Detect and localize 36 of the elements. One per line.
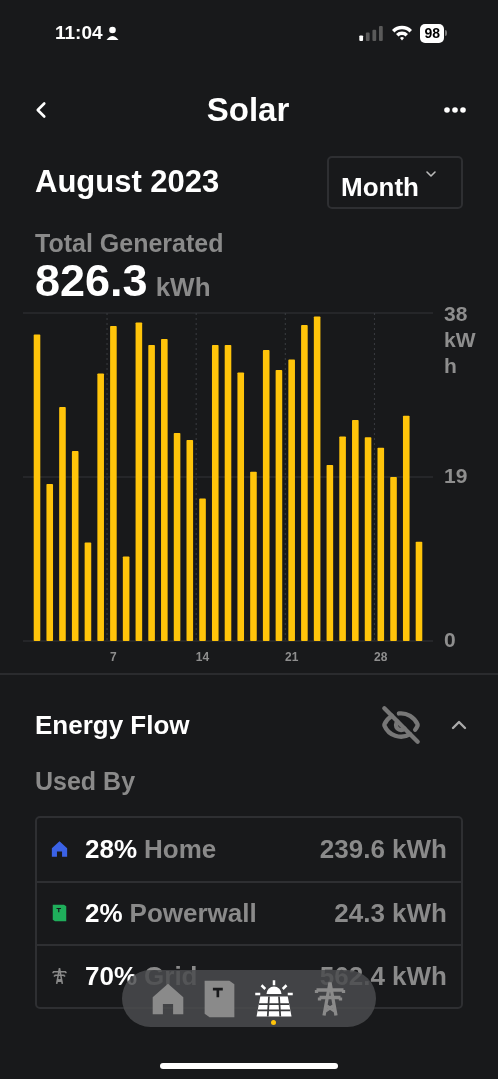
total-unit: kWh xyxy=(155,271,211,304)
consumer-name: Home xyxy=(144,832,217,866)
axis-unit: kWh xyxy=(444,327,477,379)
y-axis-label: 0 xyxy=(444,627,457,653)
signal-icon xyxy=(359,25,385,41)
eye-off-icon xyxy=(381,705,421,745)
solar-panel-icon xyxy=(253,978,294,1019)
hide-icon[interactable] xyxy=(381,705,421,745)
y-axis-label: 19 xyxy=(444,463,469,489)
percent-label: 28% xyxy=(85,832,138,866)
x-axis-label: 14 xyxy=(195,650,210,664)
tab-button[interactable] xyxy=(202,978,236,1019)
battery-cabinet-icon xyxy=(202,978,236,1019)
wifi-icon xyxy=(391,25,414,41)
summary-label: Total Generated xyxy=(35,228,225,258)
more-icon xyxy=(444,107,466,113)
x-axis-label: 7 xyxy=(110,650,117,664)
page-title: Solar xyxy=(206,90,290,131)
total-value: 826.3 xyxy=(35,258,148,304)
battery-indicator: 98 xyxy=(420,23,444,43)
percent-label: 70% xyxy=(85,959,138,993)
energy-value: 239.6 kWh xyxy=(319,832,447,866)
person-icon xyxy=(105,26,119,40)
section-subtitle: Used By xyxy=(35,766,137,797)
x-axis-label: 21 xyxy=(285,650,299,664)
energy-value: 562.4 kWh xyxy=(319,959,447,993)
section-title: Energy Flow xyxy=(35,708,190,742)
consumer-name: Grid xyxy=(144,959,198,993)
x-axis-label: 28 xyxy=(374,650,388,664)
consumer-name: Powerwall xyxy=(129,896,257,930)
percent-label: 2% xyxy=(85,896,123,930)
period-dropdown[interactable]: Month xyxy=(327,155,463,209)
clock-time: 11:04 xyxy=(55,20,103,45)
energy-value: 24.3 kWh xyxy=(334,896,447,930)
period-title: August 2023 xyxy=(35,162,220,201)
y-axis-label: 38 xyxy=(444,301,469,327)
